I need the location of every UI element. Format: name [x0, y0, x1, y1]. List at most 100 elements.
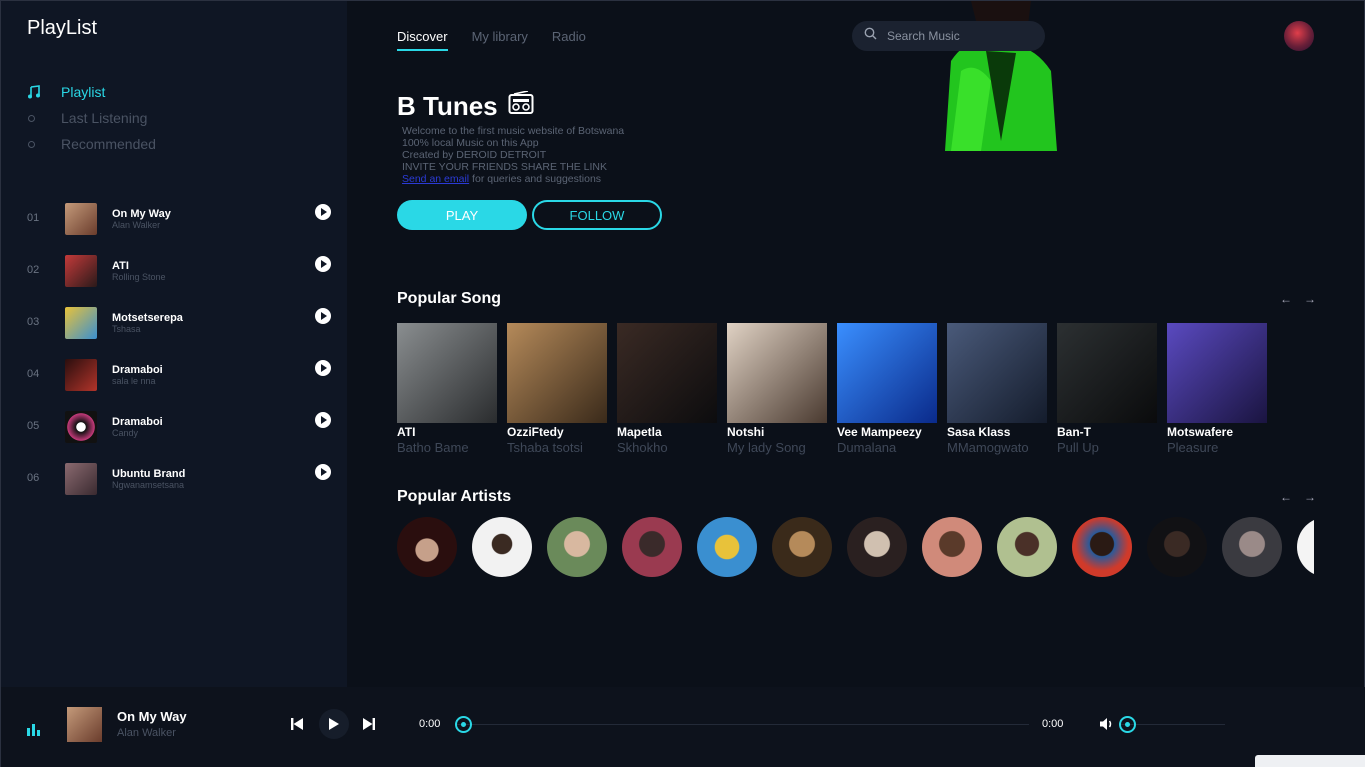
- track-row[interactable]: 03 Motsetserepa Tshasa: [27, 303, 332, 355]
- search-input[interactable]: [887, 29, 1027, 43]
- now-playing-artist: Alan Walker: [117, 727, 176, 739]
- email-link-suffix: for queries and suggestions: [469, 173, 602, 185]
- song-cover: [1167, 323, 1267, 423]
- hero-title-text: B Tunes: [397, 91, 498, 121]
- now-playing-title: On My Way: [117, 709, 187, 724]
- now-playing-thumbnail: [67, 707, 102, 742]
- track-artist: Ngwanamsetsana: [112, 480, 185, 490]
- artist-avatar[interactable]: [1147, 517, 1207, 577]
- play-icon[interactable]: [315, 412, 331, 428]
- song-card[interactable]: Vee Mampeezy Dumalana: [837, 323, 937, 455]
- track-thumbnail: [65, 255, 97, 287]
- tab-radio[interactable]: Radio: [552, 29, 586, 51]
- song-card[interactable]: Notshi My lady Song: [727, 323, 827, 455]
- nav-label: Recommended: [61, 136, 156, 152]
- email-link[interactable]: Send an email: [402, 173, 469, 185]
- popular-artists-arrows: ← →: [1280, 490, 1316, 504]
- track-thumbnail: [65, 411, 97, 443]
- track-row[interactable]: 05 Dramaboi Candy: [27, 407, 332, 459]
- song-artist: Skhokho: [617, 440, 668, 455]
- popular-song-title: Popular Song: [397, 290, 501, 307]
- search-icon: [864, 27, 877, 45]
- song-artist: Dumalana: [837, 440, 897, 455]
- play-icon[interactable]: [315, 204, 331, 220]
- artist-avatar[interactable]: [472, 517, 532, 577]
- song-card[interactable]: OzziFtedy Tshaba tsotsi: [507, 323, 607, 455]
- song-card[interactable]: Mapetla Skhokho: [617, 323, 717, 455]
- popular-artists-title: Popular Artists: [397, 488, 512, 505]
- artist-avatar[interactable]: [622, 517, 682, 577]
- track-row[interactable]: 06 Ubuntu Brand Ngwanamsetsana: [27, 459, 332, 511]
- track-thumbnail: [65, 203, 97, 235]
- song-cover: [1057, 323, 1157, 423]
- sidebar-nav: Playlist Last Listening Recommended: [27, 79, 156, 157]
- nav-item-recommended[interactable]: Recommended: [27, 131, 156, 157]
- circle-icon: [28, 140, 35, 148]
- track-artist: sala le nna: [112, 376, 156, 386]
- nav-item-playlist[interactable]: Playlist: [27, 79, 156, 105]
- play-icon[interactable]: [315, 464, 331, 480]
- music-note-icon: [27, 85, 61, 99]
- user-avatar[interactable]: [1284, 21, 1314, 51]
- song-title: Notshi: [727, 425, 765, 439]
- tab-discover[interactable]: Discover: [397, 29, 448, 51]
- play-icon[interactable]: [319, 709, 349, 739]
- song-cover: [397, 323, 497, 423]
- track-number: 03: [27, 316, 40, 328]
- search-box[interactable]: [852, 21, 1045, 51]
- track-artist: Tshasa: [112, 324, 141, 334]
- track-artist: Candy: [112, 428, 139, 438]
- artist-avatar[interactable]: [1072, 517, 1132, 577]
- play-icon[interactable]: [315, 256, 331, 272]
- track-row[interactable]: 01 On My Way Alan Walker: [27, 199, 332, 251]
- nav-item-last-listening[interactable]: Last Listening: [27, 105, 156, 131]
- artist-avatar[interactable]: [1222, 517, 1282, 577]
- track-number: 06: [27, 472, 40, 484]
- popular-song-list: ATI Batho Bame OzziFtedy Tshaba tsotsi Map…: [397, 323, 1267, 455]
- arrow-left-icon[interactable]: ←: [1280, 292, 1292, 306]
- artist-avatar[interactable]: [1297, 517, 1314, 577]
- previous-icon[interactable]: [281, 711, 313, 737]
- track-artist: Rolling Stone: [112, 272, 166, 282]
- song-title: Ban-T: [1057, 425, 1091, 439]
- player-bar: On My Way Alan Walker 0:00 0:00: [1, 687, 1365, 767]
- hero-line: Send an email for queries and suggestion…: [402, 173, 624, 185]
- song-card[interactable]: Sasa Klass MMamogwato: [947, 323, 1047, 455]
- song-title: OzziFtedy: [507, 425, 564, 439]
- progress-knob[interactable]: [455, 716, 472, 733]
- track-row[interactable]: 02 ATI Rolling Stone: [27, 251, 332, 303]
- song-artist: MMamogwato: [947, 440, 1029, 455]
- song-card[interactable]: Motswafere Pleasure: [1167, 323, 1267, 455]
- song-card[interactable]: Ban-T Pull Up: [1057, 323, 1157, 455]
- artist-avatar[interactable]: [397, 517, 457, 577]
- track-title: Dramaboi: [112, 416, 163, 428]
- volume-knob[interactable]: [1119, 716, 1136, 733]
- play-button[interactable]: PLAY: [397, 200, 527, 230]
- nav-label: Playlist: [61, 84, 106, 100]
- artist-avatar[interactable]: [772, 517, 832, 577]
- arrow-right-icon[interactable]: →: [1304, 292, 1316, 306]
- artist-avatar[interactable]: [847, 517, 907, 577]
- artist-avatar[interactable]: [922, 517, 982, 577]
- track-row[interactable]: 04 Dramaboi sala le nna: [27, 355, 332, 407]
- play-icon[interactable]: [315, 308, 331, 324]
- arrow-right-icon[interactable]: →: [1304, 490, 1316, 504]
- progress-track[interactable]: [456, 724, 1029, 725]
- song-card[interactable]: ATI Batho Bame: [397, 323, 497, 455]
- song-cover: [837, 323, 937, 423]
- volume-track[interactable]: [1121, 724, 1225, 725]
- song-cover: [617, 323, 717, 423]
- arrow-left-icon[interactable]: ←: [1280, 490, 1292, 504]
- track-thumbnail: [65, 307, 97, 339]
- follow-button[interactable]: FOLLOW: [532, 200, 662, 230]
- track-title: Motsetserepa: [112, 312, 183, 324]
- tab-my-library[interactable]: My library: [472, 29, 528, 51]
- artist-avatar[interactable]: [697, 517, 757, 577]
- artist-avatar[interactable]: [547, 517, 607, 577]
- song-title: Motswafere: [1167, 425, 1234, 439]
- play-icon[interactable]: [315, 360, 331, 376]
- app-window: PlayList Playlist Last Listening Recomme…: [0, 0, 1365, 767]
- hero-line: 100% local Music on this App: [402, 137, 539, 149]
- artist-avatar[interactable]: [997, 517, 1057, 577]
- next-icon[interactable]: [353, 711, 385, 737]
